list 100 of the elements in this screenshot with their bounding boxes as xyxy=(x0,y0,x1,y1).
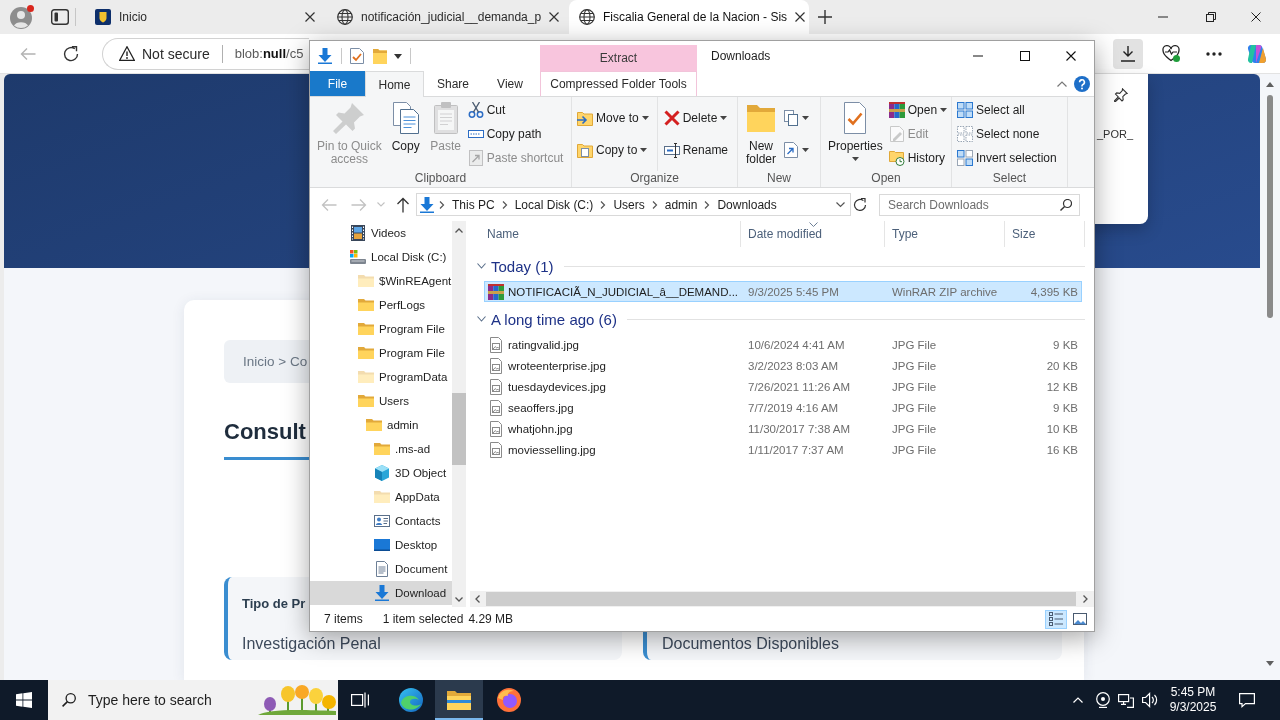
move-to-button[interactable]: Move to xyxy=(575,107,651,129)
downloads-button[interactable] xyxy=(1113,38,1143,69)
copy-path-button[interactable]: Copy path xyxy=(465,123,544,145)
file-row[interactable]: wroteenterprise.jpg 3/2/2023 8:03 AM JPG File 20 KB xyxy=(484,355,1082,376)
easy-access-button[interactable] xyxy=(781,139,811,161)
webcam-icon[interactable] xyxy=(1095,692,1111,708)
browser-tab[interactable]: Fiscalia General de la Nacion - Sis xyxy=(569,0,809,34)
chevron-right-icon[interactable] xyxy=(501,200,508,209)
tree-item[interactable]: 3D Object xyxy=(310,461,452,485)
breadcrumb-item[interactable]: Downloads xyxy=(714,197,780,212)
tree-item[interactable]: admin xyxy=(310,413,452,437)
group-header[interactable]: Today (1) xyxy=(477,257,554,275)
tree-item[interactable]: PerfLogs xyxy=(310,293,452,317)
tree-item[interactable]: Users xyxy=(310,389,452,413)
chevron-right-icon[interactable] xyxy=(600,200,607,209)
download-arrow-icon[interactable] xyxy=(317,48,333,64)
history-button[interactable]: History xyxy=(886,147,948,169)
maximize-icon[interactable] xyxy=(1020,51,1030,61)
copy-to-button[interactable]: Copy to xyxy=(575,139,650,161)
new-folder-button[interactable]: New folder xyxy=(741,97,781,171)
tree-item[interactable]: Local Disk (C:) xyxy=(310,245,452,269)
file-row[interactable]: NOTIFICACIÃ_N_JUDICIAL_â__DEMAND... 9/3/2025 5:45 PM WinRAR ZIP archive 4,395 KB xyxy=(484,281,1082,302)
scrollbar-track[interactable] xyxy=(470,591,1094,607)
tree-item[interactable]: Program File xyxy=(310,317,452,341)
ribbon-tab[interactable]: Home xyxy=(365,71,424,97)
browser-tab[interactable]: Inicio xyxy=(85,0,325,34)
refresh-icon[interactable] xyxy=(852,196,868,213)
plus-icon[interactable] xyxy=(818,10,832,24)
caret-down-icon[interactable] xyxy=(1266,661,1274,666)
browser-tab[interactable]: notificación_judicial__demanda_p xyxy=(327,0,567,34)
scrollbar-track[interactable] xyxy=(452,221,466,607)
up-arrow-icon[interactable] xyxy=(395,196,411,213)
copy-button[interactable]: Copy xyxy=(385,97,426,171)
tree-item[interactable]: Document xyxy=(310,557,452,581)
scrollbar-thumb[interactable] xyxy=(1267,95,1273,318)
clock-date[interactable]: 9/3/2025 xyxy=(1169,700,1217,715)
download-file-name[interactable]: _POR_ xyxy=(1097,128,1134,140)
tree-item[interactable]: AppData xyxy=(310,485,452,509)
file-row[interactable]: ratingvalid.jpg 10/6/2024 4:41 AM JPG File 9 KB xyxy=(484,334,1082,355)
speaker-icon[interactable] xyxy=(1142,692,1158,708)
tab-actions-icon[interactable] xyxy=(51,9,69,25)
file-row[interactable]: seaoffers.jpg 7/7/2019 4:16 AM JPG File 9 KB xyxy=(484,397,1082,418)
tree-item[interactable]: Download xyxy=(310,581,452,605)
close-icon[interactable] xyxy=(795,12,806,22)
select-all-button[interactable]: Select all xyxy=(955,99,1027,121)
invert-selection-button[interactable]: Invert selection xyxy=(955,147,1059,169)
file-row[interactable]: tuesdaydevices.jpg 7/26/2021 11:26 AM JPG File 12 KB xyxy=(484,376,1082,397)
caret-up-icon[interactable] xyxy=(1266,82,1274,87)
new-item-button[interactable] xyxy=(781,107,811,129)
profile-avatar-icon[interactable] xyxy=(10,5,34,29)
breadcrumb-item[interactable]: admin xyxy=(661,197,701,212)
caret-down-icon[interactable] xyxy=(455,597,463,602)
tree-item[interactable]: $WinREAgent xyxy=(310,269,452,293)
scrollbar-thumb[interactable] xyxy=(452,393,466,465)
open-button[interactable]: Open xyxy=(886,99,950,121)
network-icon[interactable] xyxy=(1118,692,1134,708)
scrollbar-thumb[interactable] xyxy=(486,592,1076,606)
ribbon-tab[interactable]: View xyxy=(482,71,538,96)
breadcrumb-item[interactable]: Users xyxy=(610,197,648,212)
tree-item[interactable]: Desktop xyxy=(310,533,452,557)
restore-icon[interactable] xyxy=(1206,12,1216,22)
column-header[interactable]: Type xyxy=(885,221,1005,247)
chevron-right-icon[interactable] xyxy=(651,200,658,209)
delete-button[interactable]: Delete xyxy=(661,107,730,129)
tree-item[interactable]: Contacts xyxy=(310,509,452,533)
file-row[interactable]: moviesselling.jpg 1/11/2017 7:37 AM JPG File 16 KB xyxy=(484,439,1082,460)
caret-up-icon[interactable] xyxy=(455,228,463,233)
breadcrumb-item[interactable]: This PC xyxy=(449,197,498,212)
caret-right-icon[interactable] xyxy=(1083,595,1088,603)
close-icon[interactable] xyxy=(1251,12,1261,22)
file-explorer-button[interactable] xyxy=(435,680,483,720)
close-icon[interactable] xyxy=(305,12,315,22)
clock-time[interactable]: 5:45 PM xyxy=(1170,685,1216,700)
tree-item[interactable]: Videos xyxy=(310,221,452,245)
address-bar[interactable]: This PC Local Disk (C:) Users admin Downloads xyxy=(416,193,851,216)
column-header[interactable]: Date modified xyxy=(741,221,885,247)
cut-button[interactable]: Cut xyxy=(465,99,508,121)
notification-icon[interactable] xyxy=(1239,692,1255,708)
breadcrumb-item[interactable]: Local Disk (C:) xyxy=(511,197,597,212)
security-indicator[interactable]: Not secure xyxy=(119,45,210,62)
properties-button[interactable]: Properties xyxy=(824,97,887,171)
chevron-right-icon[interactable] xyxy=(439,200,445,209)
help-icon[interactable] xyxy=(1074,75,1090,92)
column-header[interactable]: Size xyxy=(1005,221,1085,247)
ribbon-tab[interactable]: File xyxy=(310,71,365,96)
details-view-button[interactable] xyxy=(1045,609,1067,629)
close-icon[interactable] xyxy=(1066,51,1076,61)
ribbon-tab[interactable]: Share xyxy=(424,71,482,96)
rename-button[interactable]: Rename xyxy=(661,139,731,161)
caret-down-icon[interactable] xyxy=(394,53,402,59)
caret-left-icon[interactable] xyxy=(475,595,480,603)
close-icon[interactable] xyxy=(549,12,560,22)
group-header[interactable]: A long time ago (6) xyxy=(477,310,617,328)
file-row[interactable]: whatjohn.jpg 11/30/2017 7:38 AM JPG File 10 KB xyxy=(484,418,1082,439)
caret-down-icon[interactable] xyxy=(836,201,845,208)
pin-icon[interactable] xyxy=(1114,88,1128,102)
page-check-icon[interactable] xyxy=(350,48,364,64)
search-field[interactable]: Search Downloads xyxy=(879,193,1080,216)
tree-item[interactable]: Program File xyxy=(310,341,452,365)
tree-item[interactable]: .ms-ad xyxy=(310,437,452,461)
